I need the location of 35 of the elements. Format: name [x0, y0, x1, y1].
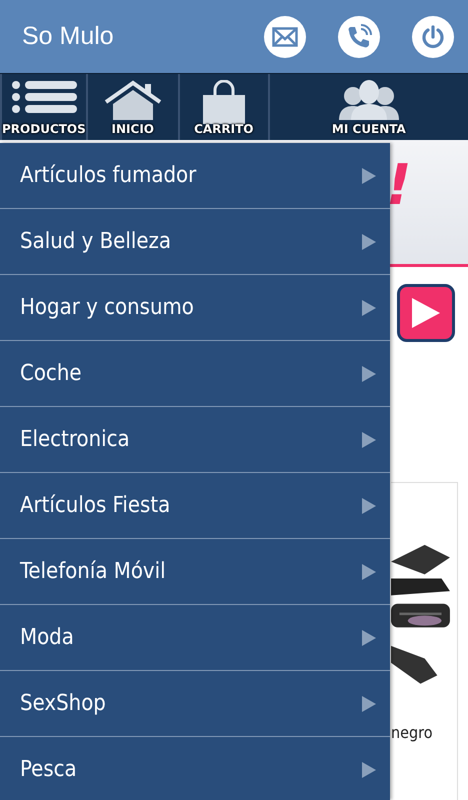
chevron-icon	[362, 432, 376, 448]
menu-item[interactable]: Hogar y consumo	[0, 275, 390, 341]
menu-item[interactable]: Salud y Belleza	[0, 209, 390, 275]
app-title: So Mulo	[22, 22, 115, 51]
chevron-icon	[362, 366, 376, 382]
chevron-icon	[362, 696, 376, 712]
chevron-icon	[362, 762, 376, 778]
chevron-icon	[362, 234, 376, 250]
menu-item[interactable]: Pesca	[0, 737, 390, 800]
play-icon	[410, 296, 442, 330]
menu-item[interactable]: SexShop	[0, 671, 390, 737]
chevron-icon	[362, 498, 376, 514]
envelope-icon	[272, 26, 298, 46]
menu-item[interactable]: Artículos fumador	[0, 143, 390, 209]
product-card[interactable]: negro	[391, 482, 458, 800]
chevron-icon	[362, 300, 376, 316]
call-button[interactable]	[338, 16, 380, 58]
power-icon	[420, 24, 446, 50]
menu-item[interactable]: Coche	[0, 341, 390, 407]
menu-item[interactable]: Artículos Fiesta	[0, 473, 390, 539]
shopping-bag-icon	[200, 80, 247, 124]
house-icon	[102, 80, 163, 120]
menu-item[interactable]: Moda	[0, 605, 390, 671]
chevron-icon	[362, 630, 376, 646]
chevron-icon	[362, 168, 376, 184]
mail-button[interactable]	[264, 16, 306, 58]
product-name: negro	[391, 723, 432, 742]
chevron-icon	[362, 564, 376, 580]
power-button[interactable]	[412, 16, 454, 58]
menu-item[interactable]: Telefonía Móvil	[0, 539, 390, 605]
play-button[interactable]	[397, 284, 455, 342]
people-icon	[336, 80, 401, 120]
phone-icon	[346, 24, 372, 50]
list-icon	[10, 80, 78, 114]
menu-item[interactable]: Electronica	[0, 407, 390, 473]
